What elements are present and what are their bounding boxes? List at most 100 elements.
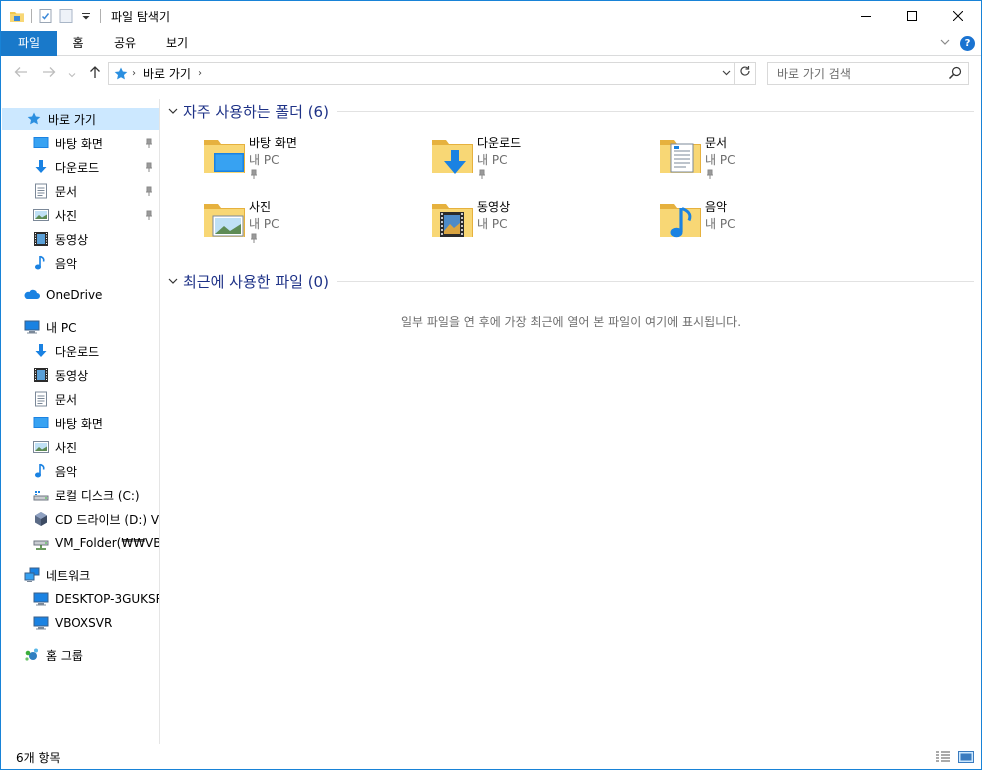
nav-label: 음악	[55, 464, 78, 479]
nav-network[interactable]: 네트워크	[2, 564, 159, 586]
minimize-button[interactable]	[843, 1, 889, 31]
tab-share[interactable]: 공유	[105, 31, 145, 56]
close-button[interactable]	[935, 1, 981, 31]
maximize-button[interactable]	[889, 1, 935, 31]
window-controls	[843, 1, 981, 31]
nav-quick-videos[interactable]: 동영상	[2, 228, 159, 250]
nav-pc-videos[interactable]: 동영상	[2, 364, 159, 386]
computer-icon	[24, 319, 40, 335]
nav-label: 동영상	[55, 232, 89, 247]
nav-pc-documents[interactable]: 문서	[2, 388, 159, 410]
pin-icon[interactable]	[249, 232, 259, 244]
address-bar[interactable]: › 바로 가기 ›	[108, 62, 756, 85]
details-view-icon[interactable]	[935, 750, 951, 764]
folder-tile-videos[interactable]: 동영상 내 PC	[429, 195, 629, 253]
picture-icon	[33, 207, 49, 223]
up-arrow-icon	[90, 66, 100, 78]
folder-tile-downloads[interactable]: 다운로드 내 PC	[429, 131, 629, 189]
pin-icon[interactable]	[144, 209, 154, 221]
pin-icon[interactable]	[477, 168, 487, 180]
nav-label: VBOXSVR	[55, 616, 113, 630]
up-button[interactable]	[85, 65, 105, 83]
recent-files-empty-message: 일부 파일을 연 후에 가장 최근에 열어 본 파일이 여기에 표시됩니다.	[400, 315, 742, 329]
nav-pc-music[interactable]: 음악	[2, 460, 159, 482]
folder-tile-desktop[interactable]: 바탕 화면 내 PC	[201, 131, 401, 189]
expand-ribbon-icon[interactable]	[937, 35, 953, 51]
nav-this-pc[interactable]: 내 PC	[2, 316, 159, 338]
nav-network-vboxsvr[interactable]: VBOXSVR	[2, 612, 159, 634]
frequent-folders-header[interactable]: 자주 사용하는 폴더 (6)	[167, 100, 974, 122]
star-icon	[26, 111, 42, 127]
nav-quick-desktop[interactable]: 바탕 화면	[2, 132, 159, 154]
breadcrumb-quick-access[interactable]: 바로 가기	[143, 65, 191, 82]
frequent-folders-title: 자주 사용하는 폴더 (6)	[183, 102, 329, 121]
toolbar-divider	[31, 9, 32, 23]
chevron-down-icon	[68, 73, 76, 78]
pin-icon[interactable]	[249, 168, 259, 180]
chevron-down-icon[interactable]	[167, 105, 179, 117]
forward-button[interactable]	[39, 65, 59, 83]
forward-arrow-icon	[43, 67, 56, 77]
breadcrumb-separator[interactable]: ›	[198, 68, 202, 79]
nav-quick-documents[interactable]: 문서	[2, 180, 159, 202]
nav-pc-downloads[interactable]: 다운로드	[2, 340, 159, 362]
chevron-down-icon[interactable]	[167, 275, 179, 287]
nav-label: 사진	[55, 208, 78, 223]
explorer-folder-icon[interactable]	[9, 8, 25, 24]
pin-icon[interactable]	[144, 185, 154, 197]
search-icon[interactable]	[948, 66, 962, 80]
videos-folder-icon	[432, 204, 473, 237]
pin-icon[interactable]	[705, 168, 715, 180]
tab-file[interactable]: 파일	[1, 31, 57, 56]
nav-label: 바로 가기	[48, 112, 96, 127]
nav-homegroup[interactable]: 홈 그룹	[2, 644, 159, 666]
folder-tile-pictures[interactable]: 사진 내 PC	[201, 195, 401, 253]
nav-quick-downloads[interactable]: 다운로드	[2, 156, 159, 178]
search-box[interactable]	[767, 62, 969, 85]
nav-label: CD 드라이브 (D:) V	[55, 512, 159, 527]
nav-label: 음악	[55, 256, 78, 271]
nav-local-disk-c[interactable]: 로컬 디스크 (C:)	[2, 484, 159, 506]
group-divider	[336, 280, 974, 282]
tab-home[interactable]: 홈	[61, 31, 95, 56]
pin-icon[interactable]	[144, 137, 154, 149]
help-icon[interactable]: ?	[960, 36, 975, 51]
hard-drive-icon	[33, 487, 49, 503]
back-button[interactable]	[11, 65, 31, 83]
quick-access-star-icon	[114, 67, 128, 79]
nav-quick-music[interactable]: 음악	[2, 252, 159, 274]
folder-tile-documents[interactable]: 문서 내 PC	[657, 131, 857, 189]
pin-icon[interactable]	[144, 161, 154, 173]
nav-cd-drive-d[interactable]: CD 드라이브 (D:) V	[2, 508, 159, 530]
customize-toolbar-icon[interactable]	[78, 8, 94, 24]
recent-locations-button[interactable]	[65, 65, 79, 83]
nav-onedrive[interactable]: OneDrive	[2, 284, 159, 306]
folder-tile-music[interactable]: 음악 내 PC	[657, 195, 857, 253]
folder-name: 동영상	[477, 200, 511, 214]
breadcrumb-separator[interactable]: ›	[132, 68, 136, 79]
pictures-folder-icon	[204, 204, 245, 237]
nav-vm-folder[interactable]: VM_Folder(₩₩VBox	[2, 532, 159, 554]
nav-label: 홈 그룹	[46, 648, 83, 663]
folder-location: 내 PC	[705, 153, 736, 167]
folder-location: 내 PC	[249, 217, 280, 231]
new-folder-icon[interactable]	[58, 8, 74, 24]
nav-pc-pictures[interactable]: 사진	[2, 436, 159, 458]
large-icons-view-icon[interactable]	[958, 750, 974, 764]
nav-label: 문서	[55, 392, 78, 407]
properties-icon[interactable]	[38, 8, 54, 24]
window-title: 파일 탐색기	[111, 9, 171, 24]
refresh-button[interactable]	[734, 63, 755, 84]
recent-files-header[interactable]: 최근에 사용한 파일 (0)	[167, 270, 974, 292]
tab-view[interactable]: 보기	[157, 31, 197, 56]
nav-network-desktop[interactable]: DESKTOP-3GUKSRS	[2, 588, 159, 610]
search-input[interactable]	[768, 63, 943, 84]
nav-quick-access[interactable]: 바로 가기	[2, 108, 159, 130]
nav-quick-pictures[interactable]: 사진	[2, 204, 159, 226]
homegroup-icon	[24, 647, 40, 663]
nav-label: 다운로드	[55, 344, 100, 359]
cloud-icon	[24, 287, 40, 303]
folder-name: 사진	[249, 200, 272, 214]
address-dropdown-icon[interactable]	[719, 65, 733, 82]
nav-pc-desktop[interactable]: 바탕 화면	[2, 412, 159, 434]
